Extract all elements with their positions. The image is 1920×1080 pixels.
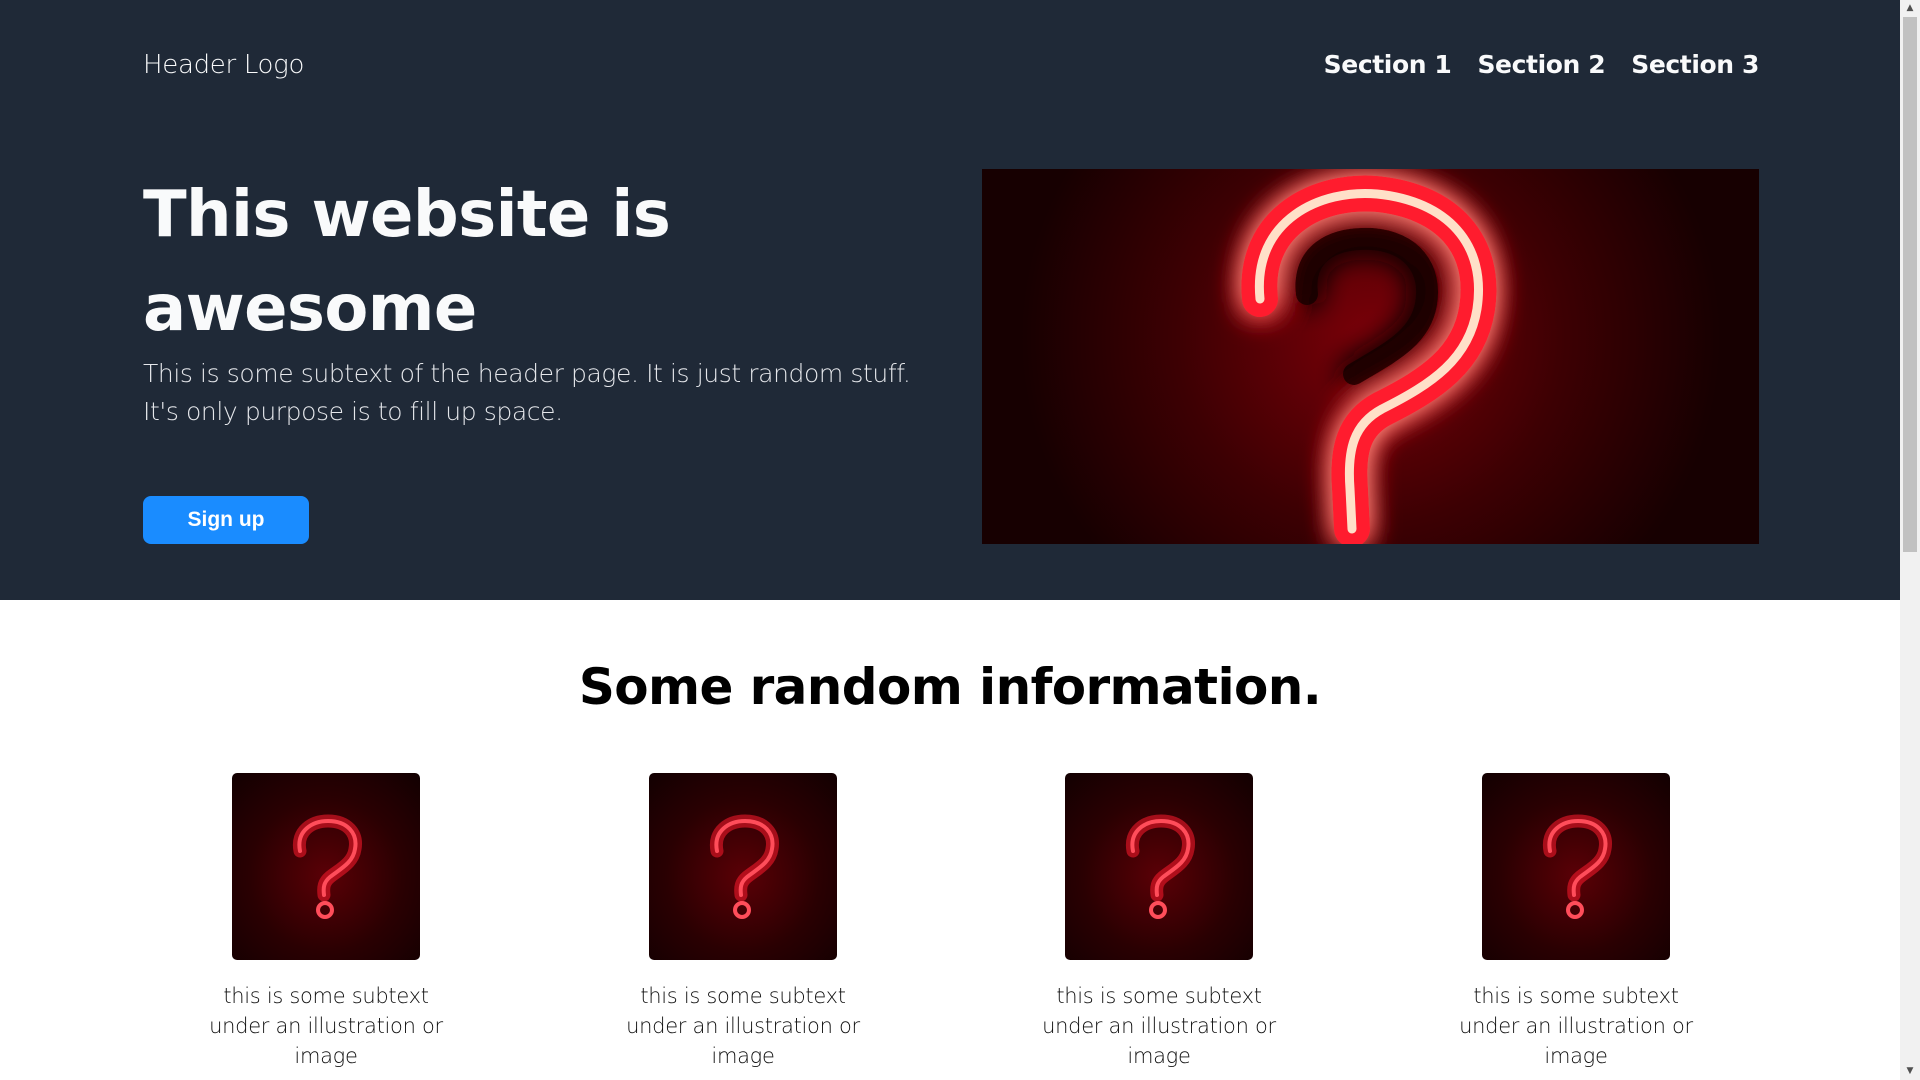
nav-link-section-3[interactable]: Section 3 bbox=[1631, 50, 1759, 79]
nav-link-section-2[interactable]: Section 2 bbox=[1477, 50, 1605, 79]
main-nav: Section 1 Section 2 Section 3 bbox=[1324, 50, 1760, 79]
hero-section: Header Logo Section 1 Section 2 Section … bbox=[0, 0, 1900, 600]
info-title: Some random information. bbox=[578, 658, 1322, 716]
signup-button[interactable]: Sign up bbox=[143, 496, 309, 544]
card-image bbox=[649, 773, 837, 960]
question-mark-neon-icon bbox=[709, 814, 779, 919]
header-logo[interactable]: Header Logo bbox=[143, 50, 304, 80]
scroll-up-arrow-icon[interactable]: ▲ bbox=[1900, 0, 1920, 17]
card-image bbox=[232, 773, 420, 960]
page: Header Logo Section 1 Section 2 Section … bbox=[0, 0, 1900, 1080]
card-image bbox=[1482, 773, 1670, 960]
card-text: this is some subtext under an illustrati… bbox=[209, 984, 443, 1068]
hero-title: This website is awesome bbox=[143, 178, 671, 346]
info-card: this is some subtext under an illustrati… bbox=[1029, 773, 1289, 1071]
info-card: this is some subtext under an illustrati… bbox=[196, 773, 456, 1071]
info-card: this is some subtext under an illustrati… bbox=[1446, 773, 1706, 1071]
vertical-scrollbar[interactable]: ▲ ▼ bbox=[1900, 0, 1920, 1080]
hero-subtext: This is some subtext of the header page.… bbox=[143, 359, 911, 426]
card-text: this is some subtext under an illustrati… bbox=[1459, 984, 1693, 1068]
scroll-down-arrow-icon[interactable]: ▼ bbox=[1900, 1063, 1920, 1080]
info-card: this is some subtext under an illustrati… bbox=[613, 773, 873, 1071]
hero-image bbox=[982, 169, 1759, 544]
question-mark-neon-icon bbox=[1542, 814, 1612, 919]
nav-link-section-1[interactable]: Section 1 bbox=[1324, 50, 1452, 79]
card-image bbox=[1065, 773, 1253, 960]
question-mark-neon-icon bbox=[292, 814, 362, 919]
question-mark-neon-icon bbox=[1125, 814, 1195, 919]
card-text: this is some subtext under an illustrati… bbox=[626, 984, 860, 1068]
scrollbar-thumb[interactable] bbox=[1903, 17, 1917, 552]
question-mark-neon-icon bbox=[1241, 175, 1497, 544]
card-text: this is some subtext under an illustrati… bbox=[1042, 984, 1276, 1068]
